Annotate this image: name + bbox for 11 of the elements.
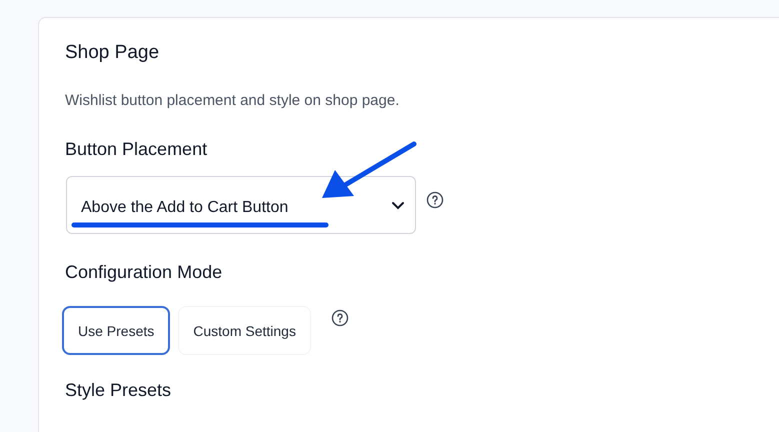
help-icon[interactable] <box>426 190 444 208</box>
mode-option[interactable]: Custom Settings <box>178 306 311 355</box>
field-label: Button Placement <box>65 139 208 160</box>
section-title: Shop Page <box>65 42 160 64</box>
field-label: Style Presets <box>65 380 172 401</box>
field-label: Configuration Mode <box>65 262 224 283</box>
section-description: Wishlist button placement and style on shop page. <box>65 92 400 109</box>
help-icon[interactable] <box>330 309 349 327</box>
placement-select[interactable]: Above the Add to Cart Button <box>66 176 416 234</box>
mode-option[interactable]: Use Presets <box>62 306 170 355</box>
chevron-icon <box>391 200 405 210</box>
